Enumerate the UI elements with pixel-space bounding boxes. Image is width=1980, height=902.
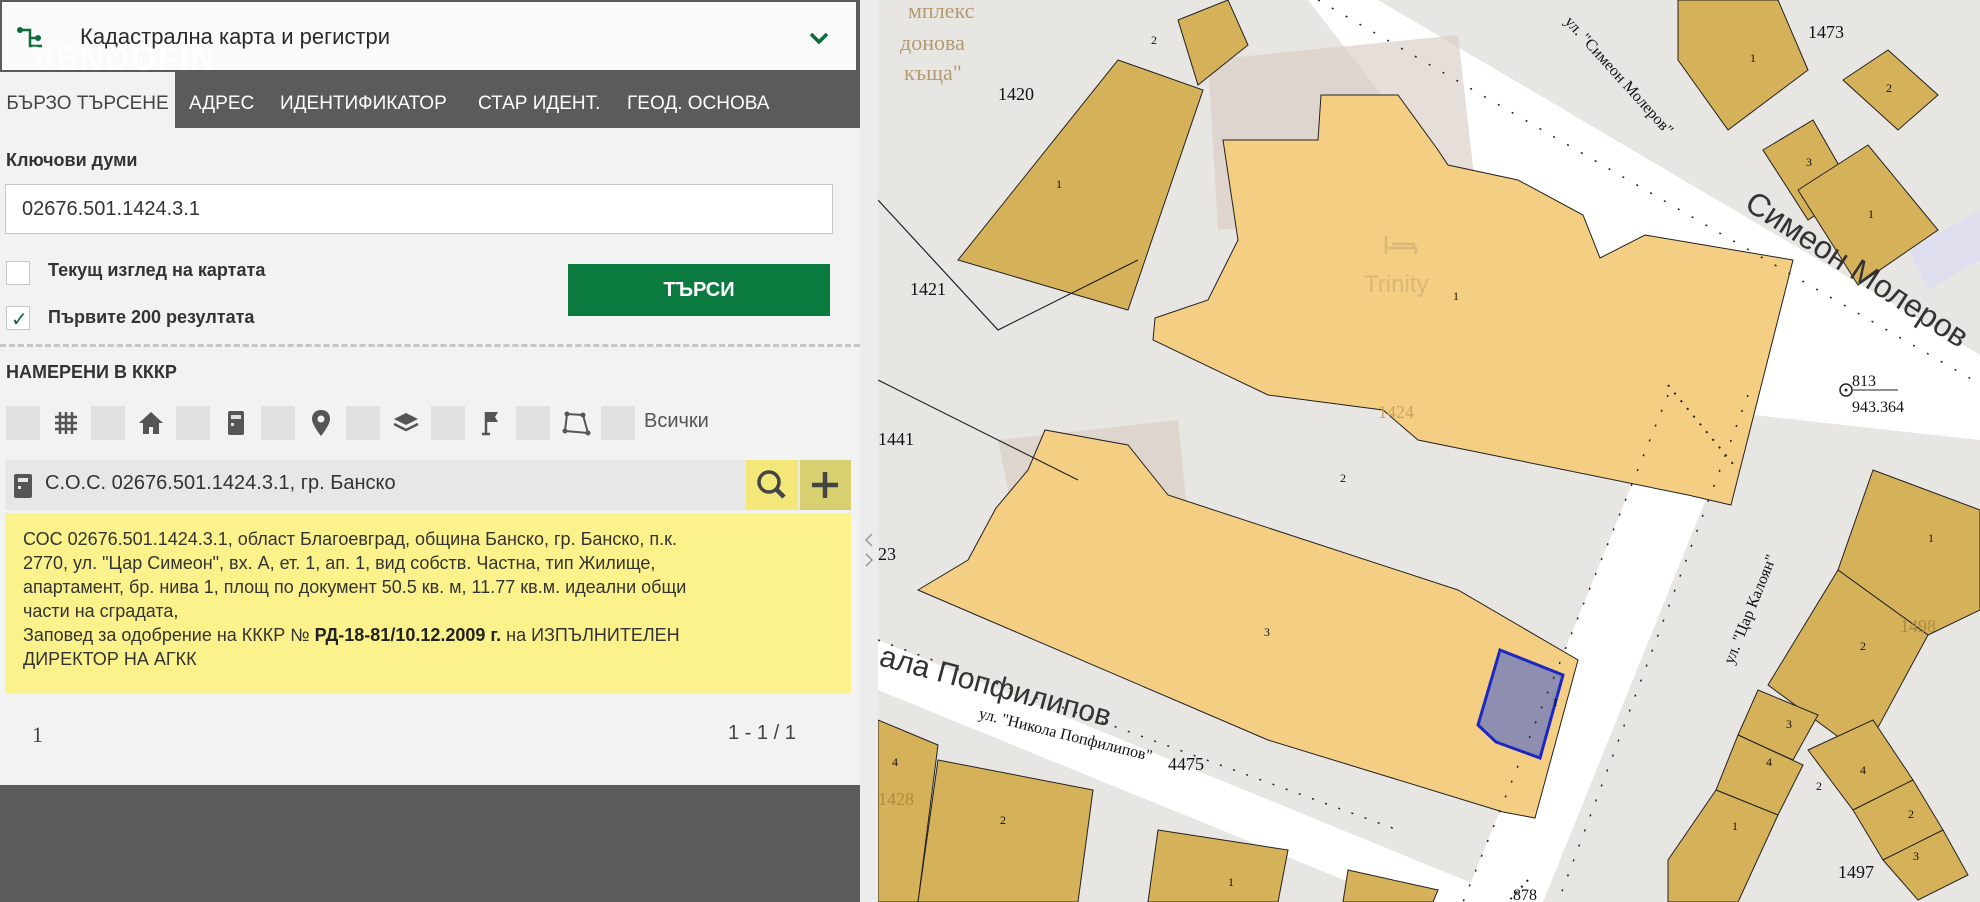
grid-icon[interactable] xyxy=(49,406,83,440)
parcel-number: 4475 xyxy=(1168,754,1204,774)
building-number: 1 xyxy=(1056,177,1062,191)
survey-point-id: 813 xyxy=(1852,373,1876,390)
search-panel-content: Кадастрална карта и регистри VENDOFIN БЪ… xyxy=(0,0,860,785)
house-icon[interactable] xyxy=(134,406,168,440)
building-number: 2 xyxy=(1340,471,1346,485)
filter-toggle-building[interactable] xyxy=(176,406,210,440)
result-range: 1 - 1 / 1 xyxy=(728,722,796,744)
building-number: 2 xyxy=(1151,33,1157,47)
search-tabs: БЪРЗО ТЪРСЕНЕ АДРЕС ИДЕНТИФИКАТОР СТАР И… xyxy=(0,72,860,128)
building-number: 1 xyxy=(1552,695,1558,709)
filter-all-label[interactable]: Всички xyxy=(644,410,709,433)
building-number: 2 xyxy=(1816,779,1822,793)
building-number: 4 xyxy=(1860,763,1866,777)
building-number: 2 xyxy=(1908,807,1914,821)
order-prefix: Заповед за одобрение на КККР № xyxy=(23,625,310,645)
building-number: 1 xyxy=(1750,51,1756,65)
filter-toggle-house[interactable] xyxy=(91,406,125,440)
building-number: 2 xyxy=(1000,813,1006,827)
detail-line: ДИРЕКТОР НА АГКК xyxy=(23,649,197,669)
divider xyxy=(0,344,860,347)
parcel-number: 1421 xyxy=(910,279,946,299)
results-heading: НАМЕРЕНИ В КККР xyxy=(6,362,177,382)
building-number: 3 xyxy=(1786,717,1792,731)
current-view-label: Текущ изглед на картата xyxy=(48,260,266,280)
check-icon: ✓ xyxy=(11,307,28,331)
app-header: Кадастрална карта и регистри VENDOFIN xyxy=(0,0,860,78)
building-number: 4 xyxy=(892,755,898,769)
approval-order: Заповед за одобрение на КККР № РД-18-81/… xyxy=(23,623,833,647)
filter-toggle-flag[interactable] xyxy=(431,406,465,440)
polygon-icon[interactable] xyxy=(559,406,593,440)
building-icon xyxy=(14,474,32,498)
building-number: 2 xyxy=(1860,639,1866,653)
filter-toggle-all[interactable] xyxy=(601,406,635,440)
result-item[interactable]: С.О.С. 02676.501.1424.3.1, гр. Банско xyxy=(5,460,851,510)
page-number[interactable]: 1 xyxy=(32,722,43,748)
chevron-down-icon[interactable] xyxy=(808,28,830,48)
parcel-number: 1441 xyxy=(878,429,914,449)
building-number: 1 xyxy=(1453,289,1459,303)
survey-point-878: 878 xyxy=(1513,887,1537,902)
detail-line: СОС 02676.501.1424.3.1, област Благоевгр… xyxy=(23,529,678,549)
map-label-donova: донова xyxy=(900,30,965,55)
current-view-checkbox[interactable] xyxy=(6,261,30,285)
survey-point-elevation: 943.364 xyxy=(1852,399,1904,416)
pin-icon[interactable] xyxy=(304,406,338,440)
building-number: 3 xyxy=(1806,155,1812,169)
panel-splitter[interactable] xyxy=(860,0,878,902)
collapse-arrow-icon[interactable] xyxy=(860,530,878,570)
detail-line: части на сградата, xyxy=(23,601,179,621)
building-number: 4 xyxy=(1766,755,1772,769)
add-result-button[interactable] xyxy=(800,460,851,510)
detail-line: 2770, ул. "Цар Симеон", вх. А, ет. 1, ап… xyxy=(23,553,656,573)
keywords-input[interactable]: 02676.501.1424.3.1 xyxy=(5,184,833,234)
map-label-complex: мплекс xyxy=(908,0,975,23)
flag-icon[interactable] xyxy=(474,406,508,440)
parcel-number: 23 xyxy=(878,544,896,564)
building-number: 1 xyxy=(1228,875,1234,889)
first-200-checkbox[interactable]: ✓ xyxy=(6,306,30,331)
building-icon[interactable] xyxy=(219,406,253,440)
cadastral-map[interactable]: мплекс донова къща" 1473 1420 1421 1441 … xyxy=(878,0,1980,902)
poi-label: Trinity xyxy=(1364,271,1428,298)
tab-geodetic-base[interactable]: ГЕОД. ОСНОВА xyxy=(627,72,769,128)
tab-address[interactable]: АДРЕС xyxy=(189,72,254,128)
tab-old-identifier[interactable]: СТАР ИДЕНТ. xyxy=(478,72,600,128)
building-number: 1 xyxy=(1732,819,1738,833)
search-panel: Кадастрална карта и регистри VENDOFIN БЪ… xyxy=(0,0,860,902)
keywords-label: Ключови думи xyxy=(6,150,138,170)
parcel-number: 1497 xyxy=(1838,862,1874,882)
parcel-number: 1473 xyxy=(1808,22,1844,42)
result-label: С.О.С. 02676.501.1424.3.1, гр. Банско xyxy=(45,472,396,494)
parcel-number: 1424 xyxy=(1378,402,1414,422)
filter-toggle-grid[interactable] xyxy=(6,406,40,440)
map-label-kashta: къща" xyxy=(904,60,962,85)
building-number: 3 xyxy=(1264,625,1270,639)
building-number: 2 xyxy=(1886,81,1892,95)
order-number: РД-18-81/10.12.2009 г. xyxy=(314,625,502,645)
building-number: 3 xyxy=(1913,849,1919,863)
plus-icon xyxy=(812,472,838,498)
filter-toggle-polygon[interactable] xyxy=(516,406,550,440)
zoom-to-result-button[interactable] xyxy=(746,460,798,510)
building-number: 1 xyxy=(1868,207,1874,221)
first-200-label: Първите 200 резултата xyxy=(48,307,255,327)
search-icon xyxy=(757,470,786,499)
parcel-number: 1420 xyxy=(998,84,1034,104)
order-suffix: на ИЗПЪЛНИТЕЛЕН xyxy=(506,625,680,645)
parcel-number: 1498 xyxy=(1900,616,1936,636)
search-button[interactable]: ТЪРСИ xyxy=(568,264,830,316)
building-number: 1 xyxy=(1928,531,1934,545)
layers-icon[interactable] xyxy=(389,406,423,440)
result-details: СОС 02676.501.1424.3.1, област Благоевгр… xyxy=(5,513,851,693)
tab-quick-search[interactable]: БЪРЗО ТЪРСЕНЕ xyxy=(0,72,175,128)
tab-identifier[interactable]: ИДЕНТИФИКАТОР xyxy=(280,72,447,128)
filter-toggle-pin[interactable] xyxy=(261,406,295,440)
filter-toggle-layers[interactable] xyxy=(346,406,380,440)
detail-line: апартамент, бр. нива 1, площ по документ… xyxy=(23,577,687,597)
app-selector[interactable]: Кадастрална карта и регистри VENDOFIN xyxy=(2,2,856,78)
parcel-number: 1428 xyxy=(878,789,914,809)
